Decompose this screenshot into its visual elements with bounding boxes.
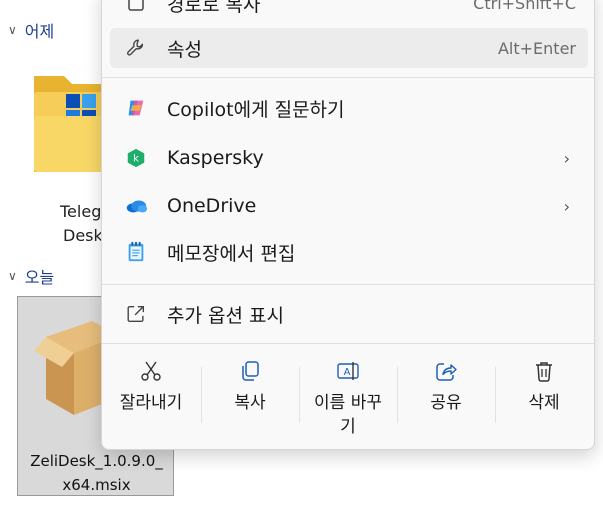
svg-text:k: k — [133, 154, 139, 165]
group-label: 어제 — [24, 22, 55, 41]
menu-item-label: 속성 — [167, 38, 202, 61]
group-header-yesterday[interactable]: ∨ 어제 — [8, 18, 54, 42]
copy-label: 복사 — [234, 393, 266, 413]
group-header-today[interactable]: ∨ 오늘 — [8, 264, 54, 288]
menu-item-label: 메모장에서 편집 — [167, 242, 296, 265]
rename-button[interactable]: A 이름 바꾸 기 — [299, 347, 397, 439]
rename-icon: A — [336, 359, 360, 383]
menu-item-copilot[interactable]: Copilot에게 질문하기 — [110, 88, 588, 128]
rename-label-line2: 기 — [340, 417, 356, 437]
notepad-icon — [124, 240, 148, 264]
menu-item-label: OneDrive — [167, 195, 257, 217]
menu-item-shortcut: Ctrl+Shift+C — [473, 0, 576, 13]
chevron-right-icon: › — [563, 196, 570, 216]
menu-divider — [102, 343, 594, 344]
cut-button[interactable]: 잘라내기 — [102, 347, 200, 439]
context-menu: 경로로 복사 Ctrl+Shift+C 속성 Alt+Enter Copilot… — [101, 0, 595, 450]
scissors-icon — [139, 359, 163, 383]
wrench-icon — [124, 36, 148, 60]
rename-label-line1: 이름 바꾸 — [314, 393, 382, 413]
group-label: 오늘 — [24, 268, 55, 287]
menu-item-copy-path[interactable]: 경로로 복사 Ctrl+Shift+C — [110, 0, 588, 23]
onedrive-icon — [124, 194, 148, 218]
file-name-line1: ZeliDesk_1.0.9.0_ — [30, 452, 163, 470]
copy-button[interactable]: 복사 — [201, 347, 299, 439]
open-external-icon — [124, 302, 148, 326]
menu-item-label: 추가 옵션 표시 — [167, 304, 284, 327]
rename-label: 이름 바꾸 기 — [299, 391, 397, 439]
menu-item-notepad[interactable]: 메모장에서 편집 — [110, 232, 588, 272]
file-name-label: ZeliDesk_1.0.9.0_ x64.msix — [18, 449, 175, 497]
menu-item-properties[interactable]: 속성 Alt+Enter — [110, 28, 588, 68]
menu-item-label: 경로로 복사 — [167, 0, 261, 16]
svg-text:A: A — [344, 367, 351, 378]
file-name-line2: x64.msix — [62, 476, 131, 494]
command-bar: 잘라내기 복사 A 이름 바꾸 기 공유 삭제 — [102, 347, 594, 439]
menu-item-label: Copilot에게 질문하기 — [167, 98, 345, 121]
share-label: 공유 — [430, 393, 462, 413]
kaspersky-icon: k — [124, 146, 148, 170]
menu-item-kaspersky[interactable]: k Kaspersky › — [110, 138, 588, 178]
cut-label: 잘라내기 — [119, 393, 183, 413]
delete-button[interactable]: 삭제 — [495, 347, 593, 439]
share-icon — [434, 359, 458, 383]
chevron-down-icon: ∨ — [8, 23, 17, 37]
menu-divider — [102, 77, 594, 78]
trash-icon — [532, 359, 556, 383]
copilot-icon — [124, 96, 148, 120]
menu-item-shortcut: Alt+Enter — [497, 38, 576, 58]
chevron-right-icon: › — [563, 148, 570, 168]
chevron-down-icon: ∨ — [8, 269, 17, 283]
delete-label: 삭제 — [528, 393, 560, 413]
share-button[interactable]: 공유 — [397, 347, 495, 439]
copy-path-icon — [124, 0, 148, 15]
menu-item-show-more-options[interactable]: 추가 옵션 표시 — [110, 294, 588, 334]
menu-item-label: Kaspersky — [167, 147, 264, 169]
copy-icon — [238, 359, 262, 383]
menu-item-onedrive[interactable]: OneDrive › — [110, 186, 588, 226]
menu-divider — [102, 284, 594, 285]
